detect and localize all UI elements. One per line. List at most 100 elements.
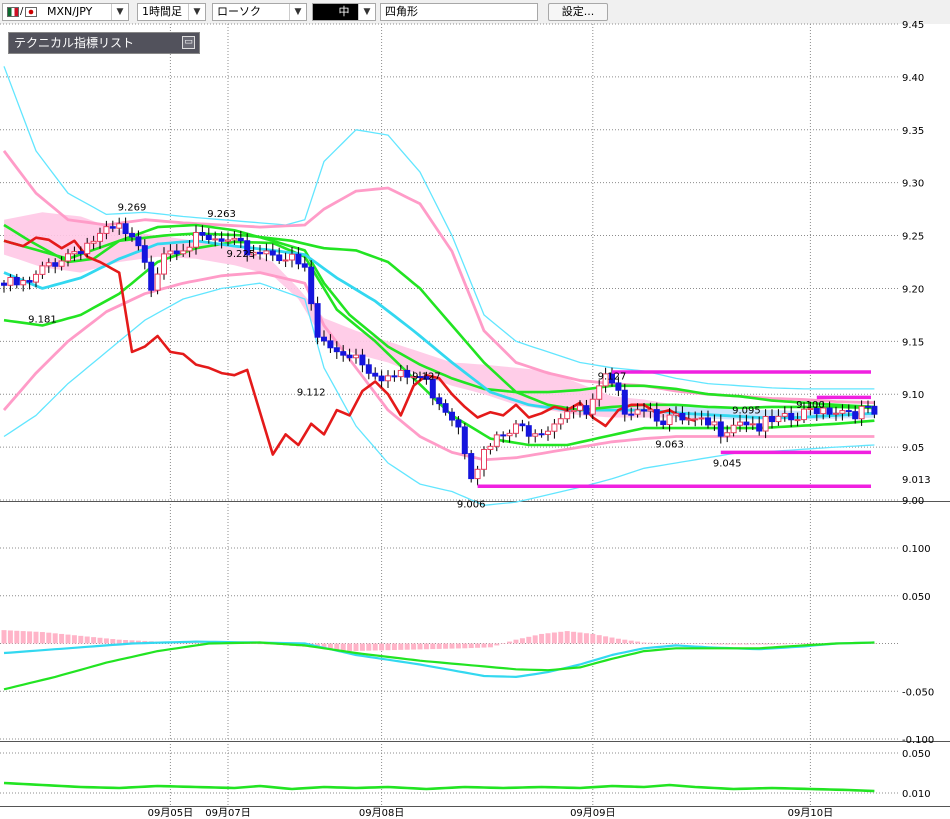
macd-bar [641,642,647,644]
candle-body [161,253,167,275]
candle-body [775,415,782,423]
candle-body [628,413,635,416]
macd-bar [449,643,455,649]
candle-body [474,468,481,480]
macd-bar [577,632,583,644]
macd-bar [417,643,423,650]
candle-body [141,245,148,263]
candle-body [481,448,487,470]
candle-body [513,423,519,434]
macd-bar [353,643,359,651]
macd-bar [391,643,397,651]
candle-body [749,423,756,426]
candle-body [129,233,135,238]
candle-body [97,232,103,242]
chart-canvas[interactable]: 9.269 9.263 9.225 9.181 9.112 9.127 9.006 9.127… [0,0,950,819]
macd-bar [462,643,468,649]
macd-bar [686,643,692,644]
price-label: 9.181 [28,315,57,326]
candle-body [852,411,859,420]
y-tick-label: 9.40 [902,73,924,84]
macd-bar [423,643,429,650]
indicator-list-panel[interactable]: テクニカル指標リスト ▭ [8,32,200,54]
candle-body [173,250,180,255]
macd-bar [571,631,577,644]
candle-body [71,251,78,255]
candle-body [538,433,545,436]
macd-bar [507,641,513,644]
candle-body [660,420,667,426]
macd-bar [487,643,493,648]
macd-bar [398,643,404,650]
y-tick-label: 9.20 [902,284,924,295]
y-tick-label: 9.45 [902,20,924,31]
candle-body [551,423,558,432]
candle-body [180,250,187,255]
candle-body [461,426,468,455]
y-tick-label: 9.00 [902,496,924,507]
candle-body [148,261,155,291]
candle-body [20,280,27,286]
candle-body [109,226,116,229]
candle-body [301,263,308,268]
candle-body [225,239,231,242]
candle-body [468,453,475,480]
macd-bar [78,635,84,644]
macd-bar [7,630,13,644]
bottom-indicator-line [3,781,875,793]
macd-bar [647,642,653,644]
macd-bar [628,640,634,644]
macd-bar [494,643,500,646]
candle-body [52,262,59,267]
macd-bar [347,643,353,652]
candle-body [737,421,743,426]
minimize-icon[interactable]: ▭ [182,36,195,49]
macd-bar [667,643,673,644]
candle-body [333,347,340,353]
candle-body [45,262,52,267]
macd-bar [711,643,717,645]
candle-body [397,369,404,378]
candle-body [442,403,449,413]
y-tick-label: 9.15 [902,337,924,348]
price-label: 9.100 [796,400,825,411]
macd-bar [475,643,481,648]
candle-body [545,430,551,435]
y-tick-label: 0.050 [902,592,931,603]
macd-bar [455,643,461,649]
candle-body [589,398,596,415]
macd-bar [443,643,449,649]
candle-body [557,418,564,425]
candle-body [564,411,571,420]
candle-body [282,259,289,262]
macd-bar [97,637,103,644]
candle-body [65,253,71,262]
candle-body [788,412,795,421]
ichimoku-cloud [4,212,875,420]
candle-body [762,415,769,432]
candle-body [103,226,110,234]
macd-bar [654,642,660,644]
candle-body [378,375,385,382]
candle-body [641,409,647,412]
candle-body [314,303,321,338]
candle-body [193,232,199,248]
y-tick-label: 0.050 [902,749,931,760]
macd-bar [782,643,788,645]
candle-body [26,280,33,283]
macd-bar [359,643,365,651]
macd-bar [731,643,737,645]
y-tick-label: 0.010 [902,789,931,800]
macd-bar [526,636,532,644]
y-tick-label: 9.35 [902,126,924,137]
x-tick-label: 09月09日 [570,807,615,819]
bollinger-upper-2 [3,66,875,390]
candle-body [583,405,590,415]
candle-body [321,336,327,342]
candle-body [487,445,494,450]
macd-bar [622,639,628,644]
candle-body [685,418,692,421]
candle-body [615,382,622,391]
macd-bar [763,643,769,645]
x-tick-label: 09月07日 [205,807,250,819]
